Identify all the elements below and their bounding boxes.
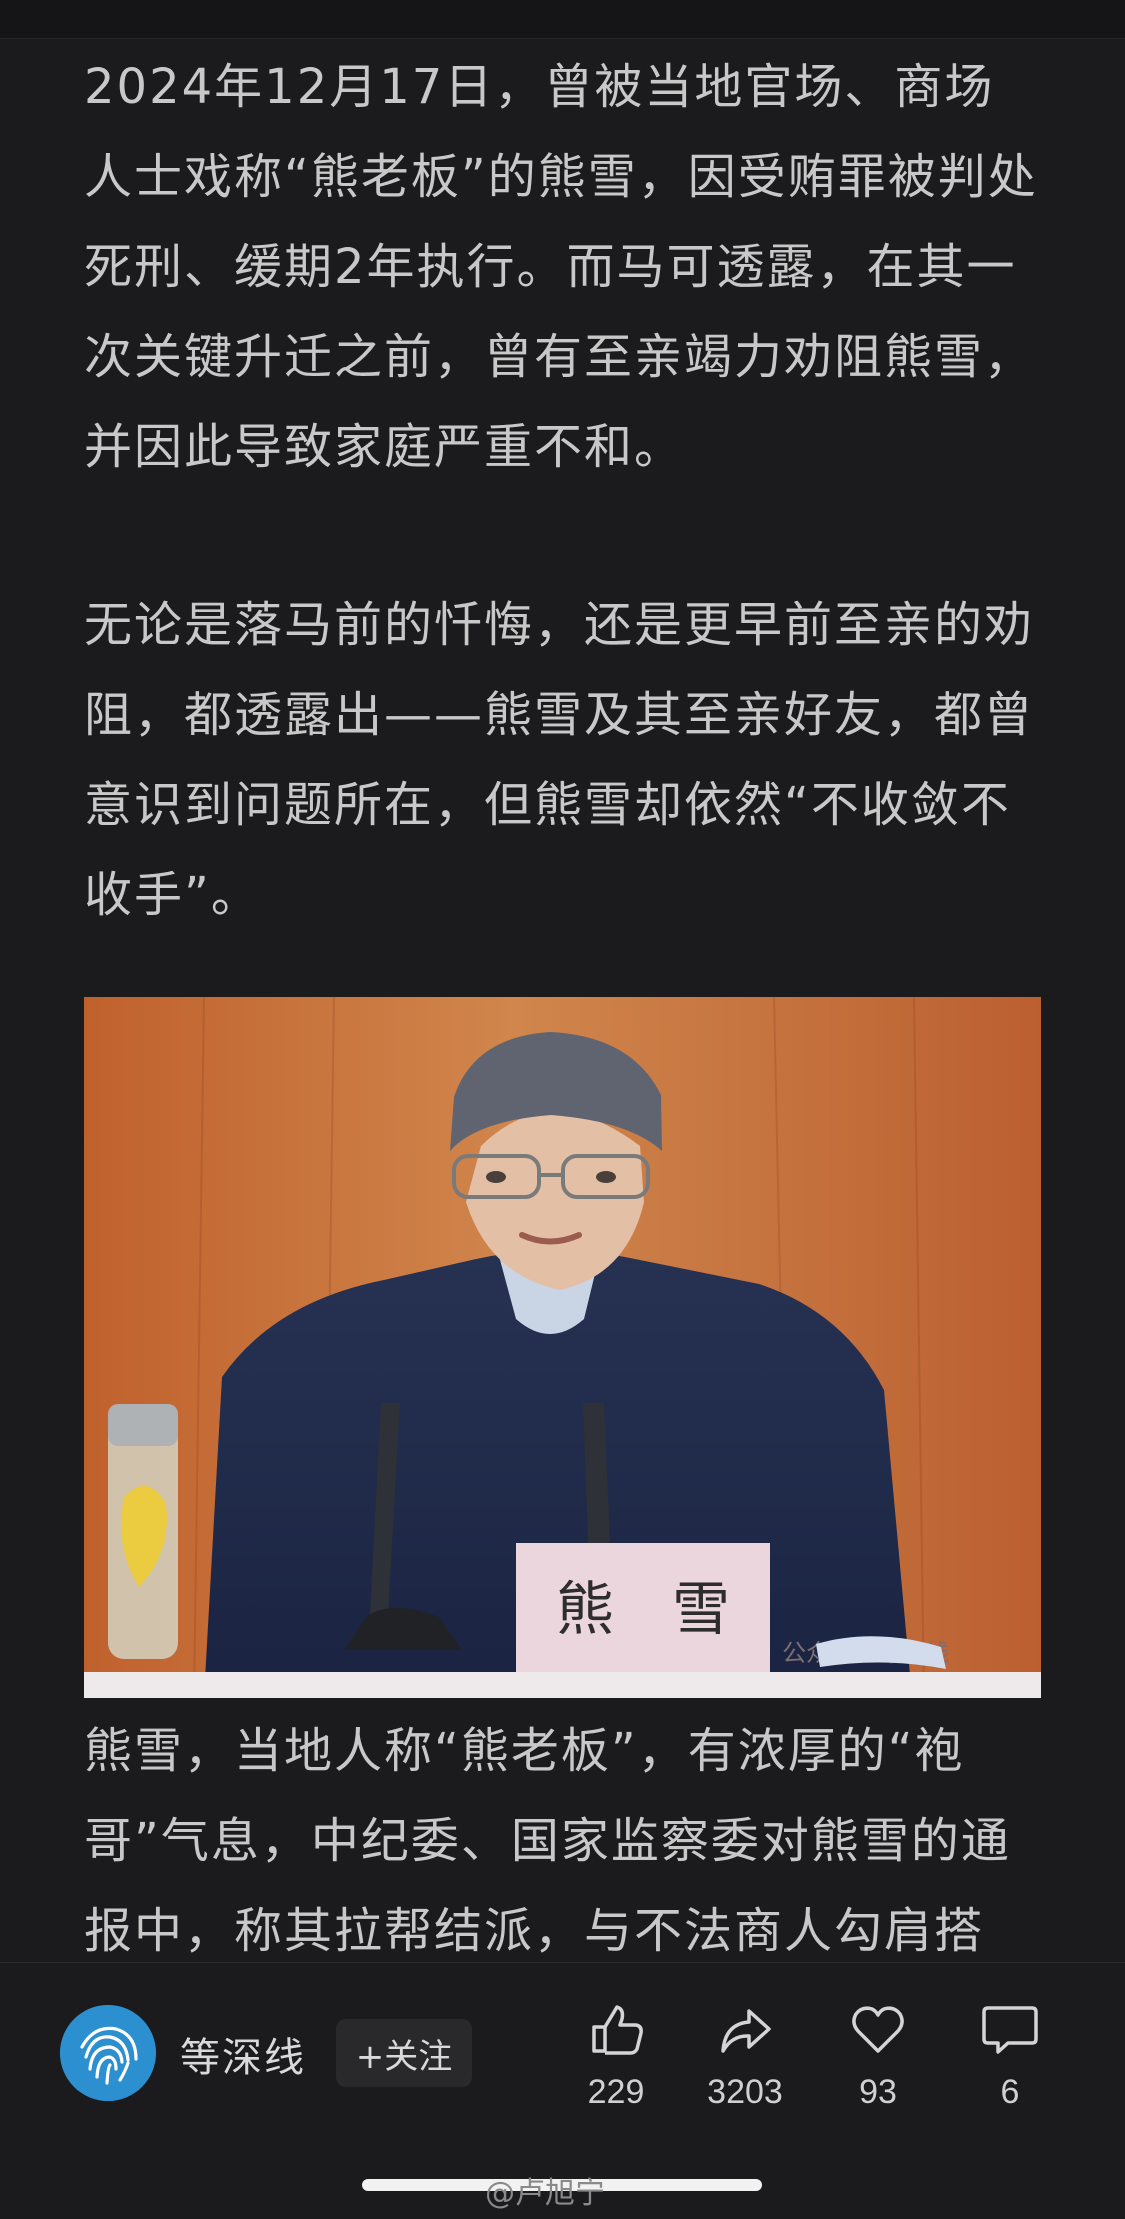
favorite-count: 93	[859, 2073, 897, 2111]
fingerprint-icon	[60, 2005, 156, 2101]
article-photo: 熊 雪 公众号 · 等深线	[84, 997, 1041, 1698]
article-paragraph: 2024年12月17日，曾被当地官场、商场人士戏称“熊老板”的熊雪，因受贿罪被判…	[84, 59, 1038, 475]
nameplate-text: 熊 雪	[556, 1575, 730, 1643]
share-count: 3203	[707, 2073, 783, 2111]
heart-icon	[852, 2006, 904, 2053]
article-caption: 熊雪，当地人称“熊老板”，有浓厚的“袍哥”气息，中纪委、国家监察委对熊雪的通报中…	[84, 1723, 1011, 1959]
comment-count: 6	[1000, 2073, 1020, 2111]
author-name[interactable]: 等深线	[180, 2025, 306, 2083]
follow-button[interactable]: +关注	[336, 2019, 472, 2087]
top-strip	[0, 0, 1125, 39]
article-body: 2024年12月17日，曾被当地官场、商场人士戏称“熊老板”的熊雪，因受贿罪被判…	[84, 42, 1044, 940]
comment-action[interactable]: 6	[962, 1999, 1058, 2112]
like-action[interactable]: 229	[568, 1999, 664, 2112]
photo-illustration: 熊 雪 公众号 · 等深线	[84, 997, 1041, 1698]
bottom-watermark: @卢旭宁	[485, 2176, 605, 2211]
share-arrow-icon	[721, 2009, 771, 2053]
like-count: 229	[587, 2073, 645, 2111]
article-paragraph: 无论是落马前的忏悔，还是更早前至亲的劝阻，都透露出——熊雪及其至亲好友，都曾意识…	[84, 597, 1035, 923]
thumbs-up-icon	[592, 2005, 643, 2055]
share-action[interactable]: 3203	[697, 1999, 793, 2112]
comment-bubble-icon	[982, 2006, 1038, 2054]
author-avatar[interactable]	[60, 2005, 156, 2101]
article-page: 2024年12月17日，曾被当地官场、商场人士戏称“熊老板”的熊雪，因受贿罪被判…	[0, 0, 1125, 2219]
favorite-action[interactable]: 93	[830, 1999, 926, 2112]
